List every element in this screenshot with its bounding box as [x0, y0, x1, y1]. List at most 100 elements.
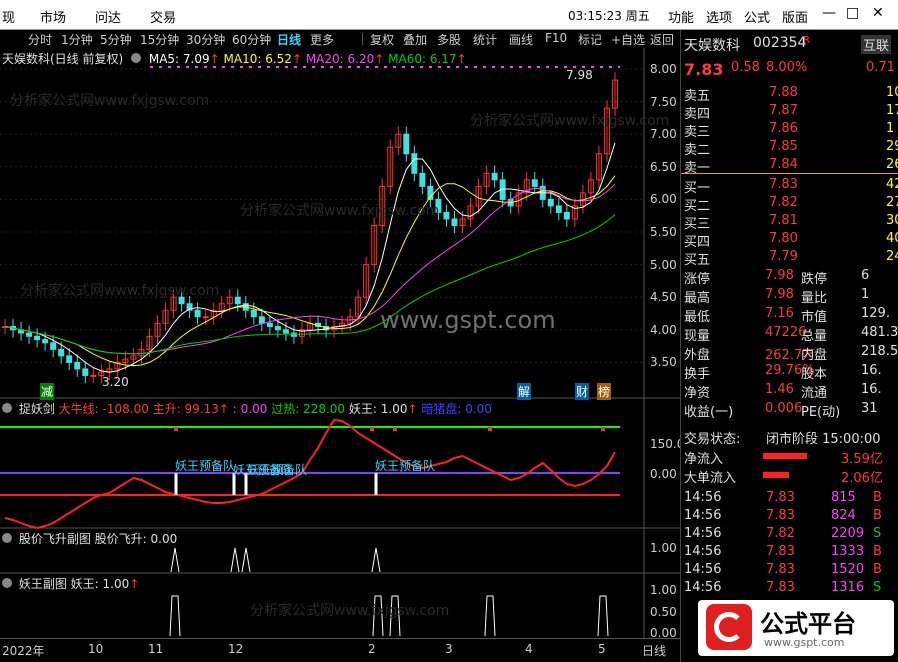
candle: [74, 361, 81, 370]
period-tab-active[interactable]: 日线: [277, 31, 301, 48]
close-icon[interactable]: ✕: [872, 5, 884, 21]
collapse-icon[interactable]: [2, 533, 12, 543]
book-row[interactable]: 买二7.8227: [681, 195, 898, 214]
fly-spike: [170, 547, 180, 573]
chart-title: 天娱数科(日线 前复权): [2, 52, 124, 66]
panel2-title: 股价飞升副图: [18, 532, 91, 546]
tick-row: 14:56 7.83 1520 B: [684, 562, 882, 577]
menu-layout[interactable]: 版面: [782, 7, 808, 26]
period-mode[interactable]: 日线: [642, 642, 666, 659]
date-label: 2022年: [2, 644, 45, 658]
stat-row: 收益(一) 0.006 PE(动) 31: [684, 401, 878, 420]
menu-market[interactable]: 市场: [40, 7, 66, 26]
tool-button[interactable]: 复权: [370, 31, 394, 48]
stat-row: 最高 7.98 量比 1: [684, 287, 870, 306]
candle: [82, 368, 89, 376]
back-button[interactable]: 返回: [650, 31, 674, 48]
tick-row: 14:56 7.82 2209 S: [684, 526, 882, 541]
big-inflow: 大单流入 2.06亿: [684, 471, 883, 486]
fly-spike: [371, 547, 381, 573]
panel3-y: 1.00: [650, 583, 677, 597]
candle: [266, 322, 273, 328]
fly-spike: [230, 547, 240, 573]
candle: [90, 374, 97, 377]
book-row[interactable]: 卖二7.8529: [681, 139, 898, 158]
marker-reduce[interactable]: 减: [40, 383, 55, 400]
date-label: 2: [368, 642, 376, 656]
yaowang-spike: [597, 595, 609, 637]
yaowang-spike: [389, 595, 401, 637]
last-price: 7.83: [684, 60, 724, 79]
minimize-icon[interactable]: —: [822, 5, 836, 21]
book-row[interactable]: 买一7.8342: [681, 177, 898, 196]
candle: [50, 342, 57, 350]
tool-button[interactable]: +自选: [611, 31, 645, 48]
tool-button[interactable]: F10: [545, 31, 567, 45]
stock-flag: R: [803, 35, 810, 46]
net-inflow: 净流入 3.59亿: [684, 452, 883, 467]
candle: [274, 326, 281, 331]
price-tick: 6.00: [650, 192, 677, 207]
tool-button[interactable]: 多股: [437, 31, 461, 48]
menu-item[interactable]: 现: [2, 7, 15, 26]
maximize-icon[interactable]: □: [846, 5, 859, 21]
stat-row: 换手 29.76% 股本 16.: [684, 363, 882, 382]
period-tab[interactable]: 5分钟: [100, 31, 132, 48]
grid: [0, 68, 644, 363]
price-change: 0.58: [731, 60, 760, 75]
menu-trade[interactable]: 交易: [150, 7, 176, 26]
signal-label: 妖王预备队: [247, 463, 308, 477]
book-row[interactable]: 卖五7.8810: [681, 85, 898, 104]
date-label: 5: [598, 642, 606, 656]
candle: [491, 172, 498, 181]
price-pct: 8.00%: [766, 60, 808, 75]
stat-row: 现量 47226 总量 481.3: [684, 325, 898, 344]
period-tab[interactable]: 60分钟: [232, 31, 271, 48]
book-row[interactable]: 卖三 7.86 1: [681, 121, 898, 140]
clock: 03:15:23 周五: [568, 9, 650, 23]
period-tab[interactable]: 30分钟: [186, 31, 225, 48]
stat-row: 外盘 262.7万 内盘 218.5: [684, 344, 898, 363]
candle: [403, 133, 410, 155]
tool-button[interactable]: 标记: [578, 31, 602, 48]
candle: [66, 355, 73, 363]
yaowang-value: 妖王: 1.00: [348, 402, 408, 416]
collapse-icon[interactable]: [2, 403, 12, 413]
book-row[interactable]: 买三7.8130: [681, 213, 898, 232]
candle: [26, 332, 33, 337]
panel1-title: 捉妖剑: [18, 402, 55, 416]
panel1-y: 0.00: [650, 467, 677, 481]
period-tab[interactable]: 1分钟: [61, 31, 93, 48]
candle: [419, 172, 426, 187]
menu-ask[interactable]: 问达: [95, 7, 121, 26]
marker-unlock[interactable]: 解: [517, 383, 532, 400]
collapse-icon[interactable]: [131, 53, 142, 63]
period-tab[interactable]: 15分钟: [140, 31, 179, 48]
candle: [202, 316, 209, 319]
chart-canvas[interactable]: [0, 48, 680, 638]
book-row[interactable]: 卖四7.8717: [681, 103, 898, 122]
menu-options[interactable]: 选项: [706, 7, 732, 26]
period-more[interactable]: 更多: [310, 31, 334, 48]
ma5-line: [4, 142, 616, 373]
book-row[interactable]: 买五7.7924: [681, 249, 898, 268]
price-row: 7.83 0.58 8.00% 0.71: [681, 60, 898, 79]
sector-tag[interactable]: 互联: [861, 35, 892, 54]
candle: [563, 211, 570, 220]
menu-function[interactable]: 功能: [668, 7, 694, 26]
price-tick: 3.50: [650, 355, 677, 370]
marker-list[interactable]: 榜: [597, 383, 612, 400]
menu-formula[interactable]: 公式: [744, 7, 770, 26]
candle: [411, 153, 418, 174]
marker-finance[interactable]: 财: [575, 383, 590, 400]
book-row[interactable]: 买四7.8040: [681, 231, 898, 250]
price-tick: 7.50: [650, 94, 677, 109]
yaowang-signals: [169, 595, 609, 637]
tool-button[interactable]: 统计: [473, 31, 497, 48]
rise-value: 主升: 99.13: [152, 402, 219, 416]
period-tab[interactable]: 分时: [28, 31, 52, 48]
collapse-icon[interactable]: [2, 578, 12, 588]
tool-button[interactable]: 叠加: [403, 31, 427, 48]
candle: [443, 211, 450, 220]
tool-button[interactable]: 画线: [509, 31, 533, 48]
